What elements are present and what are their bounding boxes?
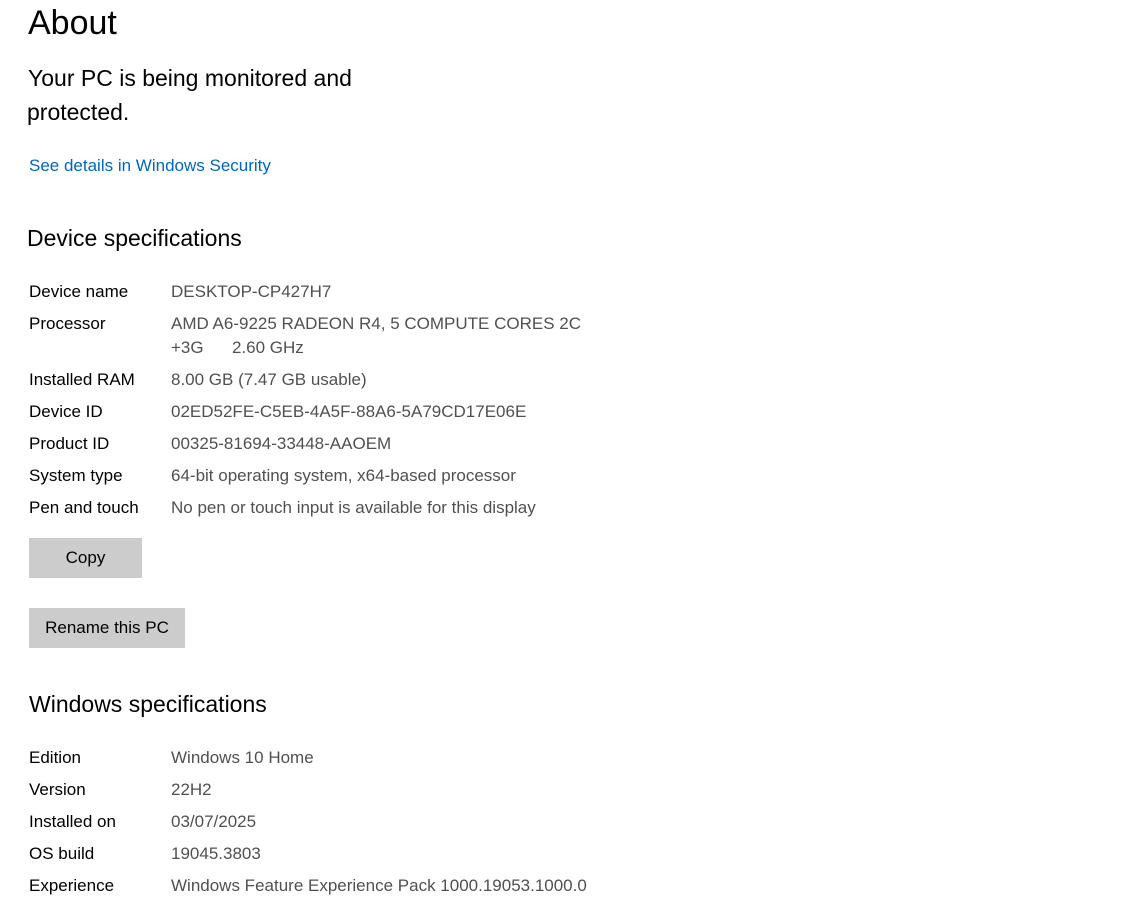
spec-value: 19045.3803 (171, 844, 261, 863)
windows-specifications-heading: Windows specifications (29, 691, 267, 717)
spec-value: 03/07/2025 (171, 812, 257, 831)
spec-label: Product ID (29, 434, 110, 453)
protection-status: Your PC is being monitored and protected… (27, 61, 428, 129)
spec-value: DESKTOP-CP427H7 (171, 282, 332, 301)
rename-pc-button[interactable]: Rename this PC (29, 608, 185, 648)
about-page: About Your PC is being monitored and pro… (0, 0, 1127, 902)
spec-value: 64-bit operating system, x64-based proce… (171, 466, 516, 485)
spec-label: OS build (29, 844, 95, 863)
spec-value: No pen or touch input is available for t… (171, 498, 536, 517)
page-title: About (28, 4, 117, 42)
copy-button[interactable]: Copy (29, 538, 142, 578)
spec-label: Installed on (29, 812, 116, 831)
spec-label: Version (29, 780, 86, 799)
spec-value-continued: +3G 2.60 GHz (171, 338, 304, 357)
windows-security-link[interactable]: See details in Windows Security (29, 154, 271, 178)
spec-value: Windows 10 Home (171, 748, 314, 767)
spec-label: Device name (29, 282, 129, 301)
spec-label: System type (29, 466, 123, 485)
spec-value: AMD A6-9225 RADEON R4, 5 COMPUTE CORES 2… (171, 314, 582, 333)
spec-label: Installed RAM (29, 370, 135, 389)
spec-value: 22H2 (171, 780, 212, 799)
spec-value: 00325-81694-33448-AAOEM (171, 434, 392, 453)
spec-label: Experience (29, 876, 115, 895)
spec-value: 8.00 GB (7.47 GB usable) (171, 370, 367, 389)
spec-label: Pen and touch (29, 498, 139, 517)
spec-label: Edition (29, 748, 81, 767)
spec-value: 02ED52FE-C5EB-4A5F-88A6-5A79CD17E06E (171, 402, 527, 421)
spec-value: Windows Feature Experience Pack 1000.190… (171, 876, 587, 895)
device-specifications-heading: Device specifications (27, 225, 242, 251)
protection-status-line-2: protected. (27, 99, 130, 125)
spec-label: Processor (29, 314, 106, 333)
protection-status-line-1: Your PC is being monitored and (28, 65, 352, 91)
spec-label: Device ID (29, 402, 103, 421)
